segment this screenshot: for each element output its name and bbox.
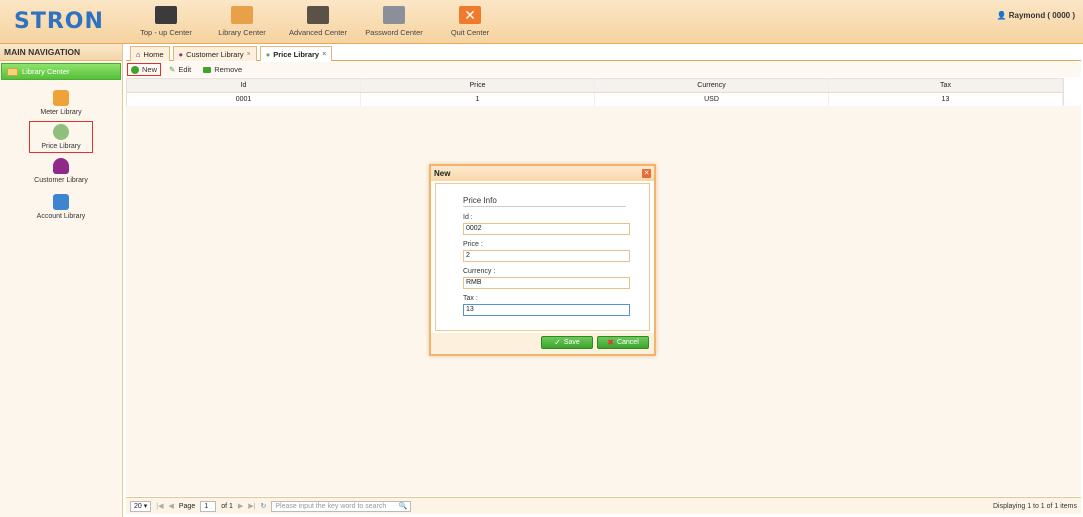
page-count: of 1 (221, 502, 233, 510)
cancel-icon: ✖ (607, 337, 614, 347)
cell-id: 0001 (127, 93, 361, 107)
sidebar: MAIN NAVIGATION Library Center Meter Lib… (0, 44, 123, 517)
home-icon: ⌂ (136, 49, 141, 59)
topnav-library[interactable]: Library Center (204, 6, 280, 40)
add-icon (131, 65, 139, 74)
password-icon (383, 6, 405, 24)
sidebar-title: MAIN NAVIGATION (0, 44, 122, 61)
search-input[interactable]: Please input the key word to search 🔍 (271, 500, 412, 512)
user-name: Raymond ( 0000 ) (1008, 11, 1075, 20)
last-page-icon[interactable]: ▶| (248, 502, 255, 510)
page-size-select[interactable]: 20 ▾ (130, 500, 152, 512)
id-label: Id : (463, 214, 473, 221)
user-icon: 👤 (996, 11, 1007, 20)
new-price-dialog: New ✕ Price Info Id : 0002 Price : 2 Cur… (429, 164, 656, 356)
account-icon (53, 194, 69, 210)
prev-page-icon[interactable]: ◀ (168, 502, 173, 510)
logo: STRON (14, 9, 104, 34)
price-label: Price : (463, 241, 483, 248)
customer-icon: ● (178, 49, 184, 59)
tab-home[interactable]: ⌂ Home (130, 46, 170, 61)
price-icon: ● (265, 49, 271, 59)
page-label: Page (178, 502, 196, 510)
library-icon (231, 6, 253, 24)
currency-label: Currency : (463, 268, 496, 275)
grid-header: Id Price Currency Tax (127, 79, 1063, 93)
pagination-bar: 20 ▾ |◀ ◀ Page 1 of 1 ▶ ▶| ↻ Please inpu… (126, 497, 1081, 514)
app-header: STRON Top - up Center Library Center Adv… (0, 0, 1083, 44)
close-icon[interactable]: × (322, 51, 326, 58)
save-button[interactable]: ✓ Save (541, 336, 593, 349)
display-info: Displaying 1 to 1 of 1 items (992, 502, 1077, 510)
cell-price: 1 (361, 93, 595, 107)
column-header-tax[interactable]: Tax (829, 79, 1063, 92)
sidebar-item-account[interactable]: Account Library (30, 194, 92, 220)
price-icon (53, 124, 69, 140)
toolbar: New ✎ Edit Remove (126, 62, 1081, 77)
dialog-titlebar[interactable]: New ✕ (431, 166, 654, 181)
sidebar-item-customer[interactable]: Customer Library (30, 158, 92, 184)
meter-icon (53, 90, 69, 106)
folder-icon (7, 67, 18, 76)
customer-icon (53, 158, 69, 174)
edit-button[interactable]: ✎ Edit (166, 64, 194, 75)
topnav-topup[interactable]: Top - up Center (128, 6, 204, 40)
cell-tax: 13 (829, 93, 1063, 107)
topnav-advanced[interactable]: Advanced Center (280, 6, 356, 40)
column-header-id[interactable]: Id (127, 79, 361, 92)
advanced-icon (307, 6, 329, 24)
dialog-title: New (434, 169, 451, 178)
dialog-body: Price Info Id : 0002 Price : 2 Currency … (435, 183, 650, 331)
sidebar-item-meter[interactable]: Meter Library (30, 90, 92, 116)
tax-label: Tax : (463, 295, 478, 302)
close-icon[interactable]: × (247, 51, 251, 58)
close-icon[interactable]: ✕ (642, 169, 651, 178)
user-info[interactable]: 👤 Raymond ( 0000 ) (997, 11, 1075, 20)
pencil-icon: ✎ (169, 65, 176, 74)
top-navigation: Top - up Center Library Center Advanced … (128, 6, 508, 40)
search-icon[interactable]: 🔍 (399, 502, 408, 511)
topnav-password[interactable]: Password Center (356, 6, 432, 40)
data-grid: Id Price Currency Tax 0001 1 USD 13 (126, 78, 1064, 108)
topnav-quit[interactable]: ✕ Quit Center (432, 6, 508, 40)
tab-price-library[interactable]: ● Price Library × (259, 46, 333, 61)
tab-customer-library[interactable]: ● Customer Library × (172, 46, 257, 61)
page-number-input[interactable]: 1 (200, 500, 217, 512)
refresh-icon[interactable]: ↻ (261, 502, 267, 510)
id-field[interactable]: 0002 (463, 223, 630, 235)
tax-field[interactable]: 13 (463, 304, 630, 316)
sidebar-group-library[interactable]: Library Center (1, 63, 121, 80)
quit-icon: ✕ (459, 6, 481, 24)
next-page-icon[interactable]: ▶ (238, 502, 243, 510)
fieldset-title: Price Info (463, 196, 626, 207)
table-row[interactable]: 0001 1 USD 13 (127, 93, 1063, 107)
cancel-button[interactable]: ✖ Cancel (597, 336, 649, 349)
price-field[interactable]: 2 (463, 250, 630, 262)
remove-button[interactable]: Remove (200, 64, 245, 75)
first-page-icon[interactable]: |◀ (156, 502, 163, 510)
column-header-price[interactable]: Price (361, 79, 595, 92)
check-icon: ✓ (554, 337, 561, 347)
remove-icon (203, 66, 212, 73)
currency-field[interactable]: RMB (463, 277, 630, 289)
column-header-currency[interactable]: Currency (595, 79, 829, 92)
sidebar-group-label: Library Center (22, 67, 70, 76)
dialog-footer: ✓ Save ✖ Cancel (431, 333, 654, 354)
new-button[interactable]: New (126, 63, 162, 76)
topup-icon (155, 6, 177, 24)
tab-bar: ⌂ Home ● Customer Library × ● Price Libr… (126, 45, 1081, 61)
cell-currency: USD (595, 93, 829, 107)
sidebar-item-price[interactable]: Price Library (29, 121, 93, 153)
